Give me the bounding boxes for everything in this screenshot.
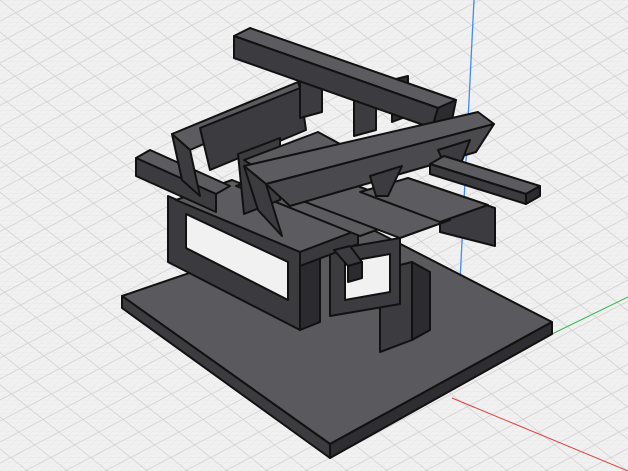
- viewport-canvas[interactable]: [0, 0, 628, 471]
- 3d-viewport[interactable]: [0, 0, 628, 471]
